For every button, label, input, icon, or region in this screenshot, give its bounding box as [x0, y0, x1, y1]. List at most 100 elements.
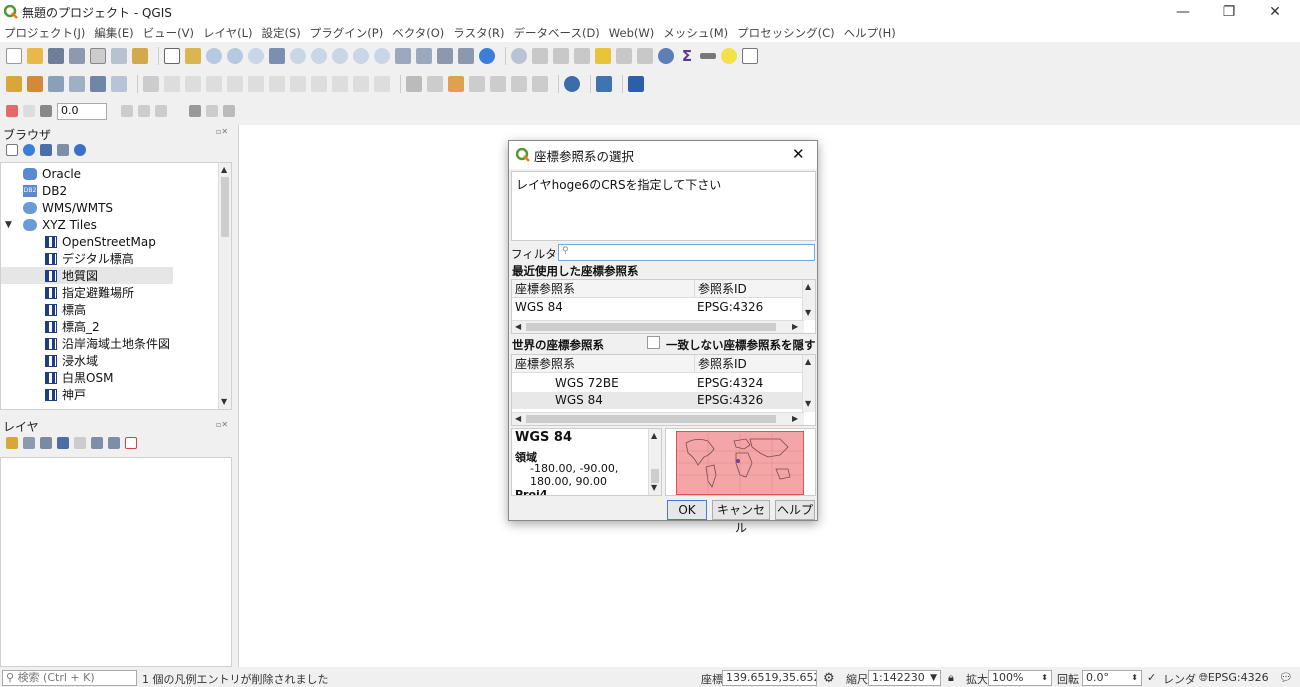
filter-expression-icon[interactable] — [74, 437, 86, 449]
change-label-icon[interactable] — [511, 76, 527, 92]
tree-item-db2[interactable]: DB2 DB2 — [23, 182, 67, 199]
help-button[interactable]: ヘルプ — [775, 500, 815, 520]
zoom-full-icon[interactable] — [269, 48, 285, 64]
scroll-thumb[interactable] — [221, 177, 229, 237]
properties-info-icon[interactable] — [74, 144, 86, 156]
save-project-icon[interactable] — [48, 48, 64, 64]
browser-filter-icon[interactable] — [40, 144, 52, 156]
close-window-button[interactable]: ✕ — [1252, 0, 1298, 24]
layout-manager-icon[interactable] — [111, 48, 127, 64]
scroll-right-icon[interactable]: ▶ — [792, 322, 798, 332]
undo-icon[interactable] — [353, 76, 369, 92]
tree-item-digital-elevation[interactable]: デジタル標高 — [45, 250, 134, 267]
expand-arrow-icon[interactable]: ▼ — [5, 220, 23, 230]
zoom-in-icon[interactable] — [206, 48, 222, 64]
menu-project[interactable]: プロジェクト(J) — [4, 25, 85, 41]
measure-icon[interactable] — [700, 53, 716, 59]
magnifier-spinbox[interactable]: 100% ⬍ — [988, 670, 1052, 686]
save-edits-icon[interactable] — [185, 76, 201, 92]
tree-item-elevation[interactable]: 標高 — [45, 301, 86, 318]
zoom-last-icon[interactable] — [353, 48, 369, 64]
zoom-next-icon[interactable] — [374, 48, 390, 64]
show-bookmarks-icon[interactable] — [458, 48, 474, 64]
rotation-spinbox[interactable]: 0.0° ⬍ — [1082, 670, 1142, 686]
world-row-id[interactable]: EPSG:4324 — [694, 375, 804, 392]
label-background-icon[interactable] — [155, 105, 167, 117]
label-shadow-icon[interactable] — [138, 105, 150, 117]
modify-attributes-icon[interactable] — [248, 76, 264, 92]
hide-deprecated-checkbox[interactable] — [647, 336, 660, 349]
remove-layer-icon[interactable] — [125, 437, 137, 449]
select-features-icon[interactable] — [553, 48, 569, 64]
processing-toolbox-icon[interactable] — [658, 48, 674, 64]
menu-database[interactable]: データベース(D) — [514, 25, 600, 41]
scroll-thumb[interactable] — [526, 415, 776, 423]
tree-item-bw-osm[interactable]: 白黒OSM — [45, 369, 113, 386]
col-header-id[interactable]: 参照系ID — [694, 355, 804, 373]
deselect-icon[interactable] — [595, 48, 611, 64]
highlight-labels-icon[interactable] — [448, 76, 464, 92]
style-manager-icon[interactable] — [132, 48, 148, 64]
label-placement-icon[interactable] — [206, 105, 218, 117]
print-layout-icon[interactable] — [90, 48, 106, 64]
menu-processing[interactable]: プロセッシング(C) — [737, 25, 835, 41]
scroll-thumb[interactable] — [651, 469, 659, 483]
python-console-icon[interactable] — [596, 76, 612, 92]
add-selected-layers-icon[interactable] — [6, 144, 18, 156]
world-vscroll[interactable]: ▲ ▼ — [802, 355, 815, 412]
scroll-down-icon[interactable]: ▼ — [805, 399, 811, 409]
scroll-left-icon[interactable]: ◀ — [515, 414, 521, 424]
label-layer-icon[interactable] — [6, 105, 18, 117]
label-buffer-icon[interactable] — [121, 105, 133, 117]
save-as-icon[interactable] — [69, 48, 85, 64]
scroll-left-icon[interactable]: ◀ — [515, 322, 521, 332]
cancel-button[interactable]: キャンセル — [712, 500, 770, 535]
ok-button[interactable]: OK — [667, 500, 707, 520]
tree-item-coastal[interactable]: 沿岸海域土地条件図 — [45, 335, 170, 352]
col-header-crs[interactable]: 座標参照系 — [512, 280, 694, 298]
messages-icon[interactable]: 💬︎ — [1279, 671, 1293, 684]
world-row-id[interactable]: EPSG:4326 — [694, 392, 804, 409]
scroll-right-icon[interactable]: ▶ — [792, 414, 798, 424]
menu-plugins[interactable]: プラグイン(P) — [310, 25, 383, 41]
select-by-value-icon[interactable] — [574, 48, 590, 64]
redo-icon[interactable] — [374, 76, 390, 92]
zoom-out-icon[interactable] — [227, 48, 243, 64]
current-edits-icon[interactable] — [164, 76, 180, 92]
tree-item-kobe[interactable]: 神戸 — [45, 386, 86, 403]
new-3d-view-icon[interactable] — [416, 48, 432, 64]
locator-search-input[interactable]: ⚲ 検索 (Ctrl + K) — [2, 670, 137, 686]
menu-layer[interactable]: レイヤ(L) — [203, 25, 253, 41]
bookmark-icon[interactable] — [437, 48, 453, 64]
label-size-spinbox[interactable]: 0.0 — [57, 102, 107, 120]
copy-features-icon[interactable] — [311, 76, 327, 92]
menu-settings[interactable]: 設定(S) — [262, 25, 301, 41]
label-rendering-icon[interactable] — [223, 105, 235, 117]
new-geopackage-icon[interactable] — [27, 76, 43, 92]
move-label-icon[interactable] — [469, 76, 485, 92]
data-source-manager-icon[interactable] — [6, 76, 22, 92]
browser-refresh-icon[interactable] — [23, 144, 35, 156]
col-header-crs[interactable]: 座標参照系 — [512, 355, 694, 373]
delete-selected-icon[interactable] — [269, 76, 285, 92]
scale-combo[interactable]: 1:142230 ▼ — [868, 670, 941, 686]
rotate-label-icon[interactable] — [490, 76, 506, 92]
crs-status-button[interactable]: 🌐︎EPSG:4326 — [1199, 671, 1269, 685]
map-tips-icon[interactable] — [721, 48, 737, 64]
recent-row-name[interactable]: WGS 84 — [512, 299, 694, 316]
tree-item-openstreetmap[interactable]: OpenStreetMap — [45, 233, 156, 250]
zoom-rubberband-icon[interactable] — [248, 48, 264, 64]
collapse-all-icon[interactable] — [108, 437, 120, 449]
new-map-view-icon[interactable] — [395, 48, 411, 64]
label-font-icon[interactable] — [172, 105, 184, 117]
scroll-up-icon[interactable]: ▲ — [221, 165, 227, 175]
identify-icon[interactable] — [511, 48, 527, 64]
lock-scale-icon[interactable]: 🔒︎ — [948, 671, 954, 685]
scroll-down-icon[interactable]: ▼ — [651, 483, 657, 493]
paste-features-icon[interactable] — [332, 76, 348, 92]
world-row-name[interactable]: WGS 72BE — [552, 375, 694, 392]
label-bold-icon[interactable] — [23, 105, 35, 117]
vertex-tool-icon[interactable] — [227, 76, 243, 92]
label-align-icon[interactable] — [189, 105, 201, 117]
menu-view[interactable]: ビュー(V) — [143, 25, 194, 41]
